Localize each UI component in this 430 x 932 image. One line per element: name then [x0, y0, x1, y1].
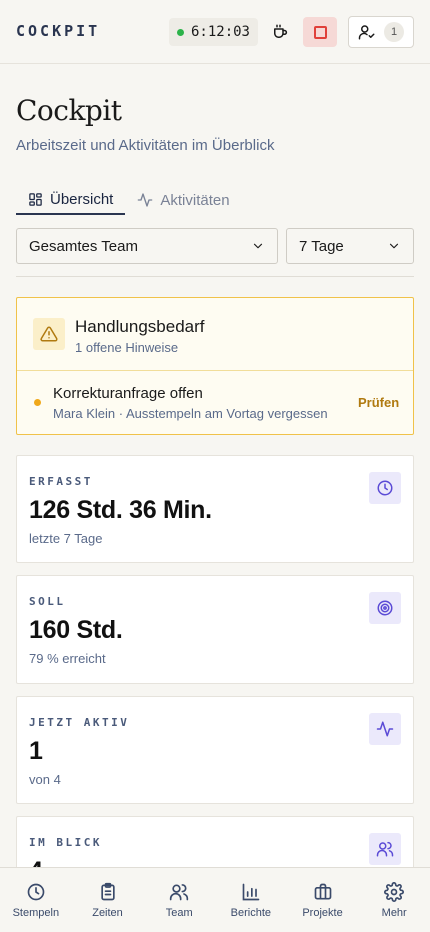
stat-card-active-now: JETZT AKTIV 1 von 4: [16, 696, 414, 804]
stat-sub: 79 % erreicht: [29, 651, 106, 666]
chevron-down-icon: [253, 243, 263, 249]
running-timer[interactable]: 6:12:03: [169, 18, 258, 46]
stat-sub: von 4: [29, 772, 61, 787]
nav-team[interactable]: Team: [143, 868, 215, 932]
stat-value: 126 Std. 36 Min.: [29, 496, 212, 524]
brand-logo: COCKPIT: [16, 22, 101, 40]
tab-activities-label: Aktivitäten: [160, 191, 230, 209]
page-title: Cockpit: [16, 94, 122, 127]
alert-subtitle: 1 offene Hinweise: [75, 340, 179, 355]
break-button[interactable]: [263, 17, 297, 47]
alert-icon-box: [33, 318, 65, 350]
alert-item-dot: [34, 399, 41, 406]
nav-label: Stempeln: [12, 907, 60, 919]
clipboard-icon: [100, 882, 115, 901]
activity-icon: [138, 193, 153, 207]
nav-label: Team: [165, 907, 193, 919]
stat-label: IM BLICK: [29, 836, 102, 849]
target-icon: [377, 600, 393, 616]
nav-projekte[interactable]: Projekte: [287, 868, 359, 932]
nav-label: Berichte: [230, 907, 272, 919]
tab-overview[interactable]: Übersicht: [16, 185, 126, 215]
stop-button[interactable]: [303, 17, 337, 47]
filter-divider: [16, 276, 414, 277]
nav-berichte[interactable]: Berichte: [215, 868, 287, 932]
presence-button[interactable]: 1: [348, 16, 414, 48]
stat-value: 1: [29, 737, 43, 765]
clock-icon: [377, 480, 393, 496]
user-check-icon: [358, 25, 375, 40]
alert-item-title: Korrekturanfrage offen: [53, 385, 203, 402]
activity-icon: [376, 721, 394, 737]
coffee-icon: [274, 24, 288, 38]
bar-chart-icon: [242, 883, 260, 901]
nav-label: Mehr: [381, 907, 407, 919]
stat-icon-box: [369, 592, 401, 624]
nav-zeiten[interactable]: Zeiten: [72, 868, 144, 932]
range-select[interactable]: 7 Tage: [286, 228, 414, 264]
warning-icon: [40, 326, 58, 342]
users-icon: [170, 884, 189, 901]
timer-value: 6:12:03: [190, 24, 250, 40]
alert-header: Handlungsbedarf 1 offene Hinweise: [17, 298, 413, 371]
chevron-down-icon: [389, 243, 399, 249]
stat-label: SOLL: [29, 595, 66, 608]
team-select-value: Gesamtes Team: [29, 237, 138, 255]
review-button[interactable]: Prüfen: [358, 395, 399, 410]
tab-bar: Übersicht Aktivitäten: [16, 185, 242, 216]
range-select-value: 7 Tage: [299, 237, 344, 255]
nav-mehr[interactable]: Mehr: [358, 868, 430, 932]
stat-icon-box: [369, 833, 401, 865]
tab-overview-label: Übersicht: [50, 190, 114, 208]
action-required-card: Handlungsbedarf 1 offene Hinweise Korrek…: [16, 297, 414, 435]
team-select[interactable]: Gesamtes Team: [16, 228, 278, 264]
stat-icon-box: [369, 713, 401, 745]
layout-grid-icon: [29, 192, 42, 206]
page-subtitle: Arbeitszeit und Aktivitäten im Überblick: [16, 137, 275, 154]
nav-label: Zeiten: [92, 907, 123, 919]
stat-label: JETZT AKTIV: [29, 716, 130, 729]
clock-icon: [27, 883, 45, 901]
stat-label: ERFASST: [29, 475, 93, 488]
timer-running-dot: [176, 28, 184, 36]
users-icon: [376, 841, 394, 857]
stat-card-target: SOLL 160 Std. 79 % erreicht: [16, 575, 414, 684]
tab-activities[interactable]: Aktivitäten: [125, 185, 241, 215]
stat-icon-box: [369, 472, 401, 504]
top-bar: COCKPIT 6:12:03 1: [0, 0, 430, 64]
stop-icon: [313, 25, 327, 39]
briefcase-icon: [314, 883, 331, 900]
stat-sub: letzte 7 Tage: [29, 531, 103, 546]
gear-icon: [384, 882, 405, 902]
alert-item-subtitle: Mara Klein · Ausstempeln am Vortag verge…: [53, 406, 328, 421]
bottom-navigation: Stempeln Zeiten Team Berichte Projekte M…: [0, 867, 430, 932]
presence-count: 1: [384, 22, 404, 42]
stat-card-recorded: ERFASST 126 Std. 36 Min. letzte 7 Tage: [16, 455, 414, 563]
alert-title: Handlungsbedarf: [75, 317, 205, 336]
nav-label: Projekte: [302, 907, 343, 919]
nav-stempeln[interactable]: Stempeln: [0, 868, 72, 932]
stat-value: 160 Std.: [29, 616, 123, 644]
